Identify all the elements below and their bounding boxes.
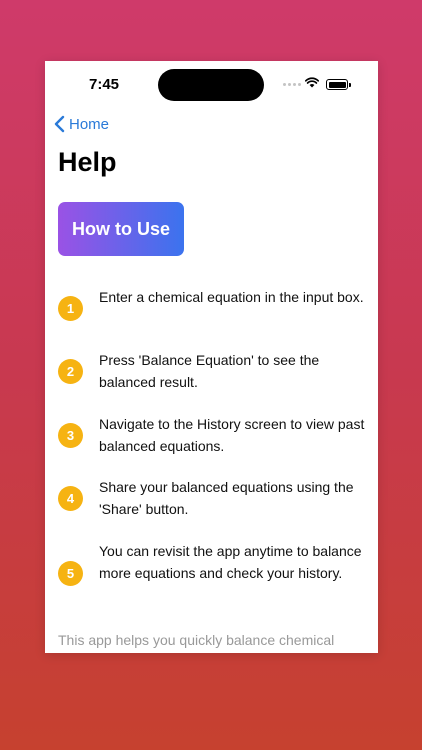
wifi-icon (305, 77, 319, 88)
status-time: 7:45 (89, 76, 120, 93)
back-button-label: Home (69, 115, 110, 133)
dynamic-island (158, 69, 264, 101)
page-title: Help (58, 147, 117, 177)
app-description: This app helps you quickly balance chemi… (58, 632, 335, 648)
step-number-badge: 3 (58, 423, 83, 448)
step-number-badge: 2 (58, 359, 83, 384)
step-text: Share your balanced equations using the … (99, 479, 354, 517)
step-number-badge: 5 (58, 561, 83, 586)
status-bar: 7:45 (45, 61, 378, 109)
cellular-signal-icon (283, 83, 301, 86)
step-number-badge: 4 (58, 486, 83, 511)
chevron-left-icon (54, 115, 65, 133)
battery-icon (326, 79, 351, 90)
how-to-use-header: How to Use (58, 202, 184, 256)
phone-screen: 7:45 Home Help How to Use 1 Enter a chem… (45, 61, 378, 653)
step-text: Navigate to the History screen to view p… (99, 416, 365, 454)
back-button[interactable]: Home (53, 115, 109, 133)
step-number-badge: 1 (58, 296, 83, 321)
step-text: Enter a chemical equation in the input b… (99, 289, 364, 305)
step-text: Press 'Balance Equation' to see the bala… (99, 352, 320, 390)
step-text: You can revisit the app anytime to balan… (99, 543, 362, 581)
